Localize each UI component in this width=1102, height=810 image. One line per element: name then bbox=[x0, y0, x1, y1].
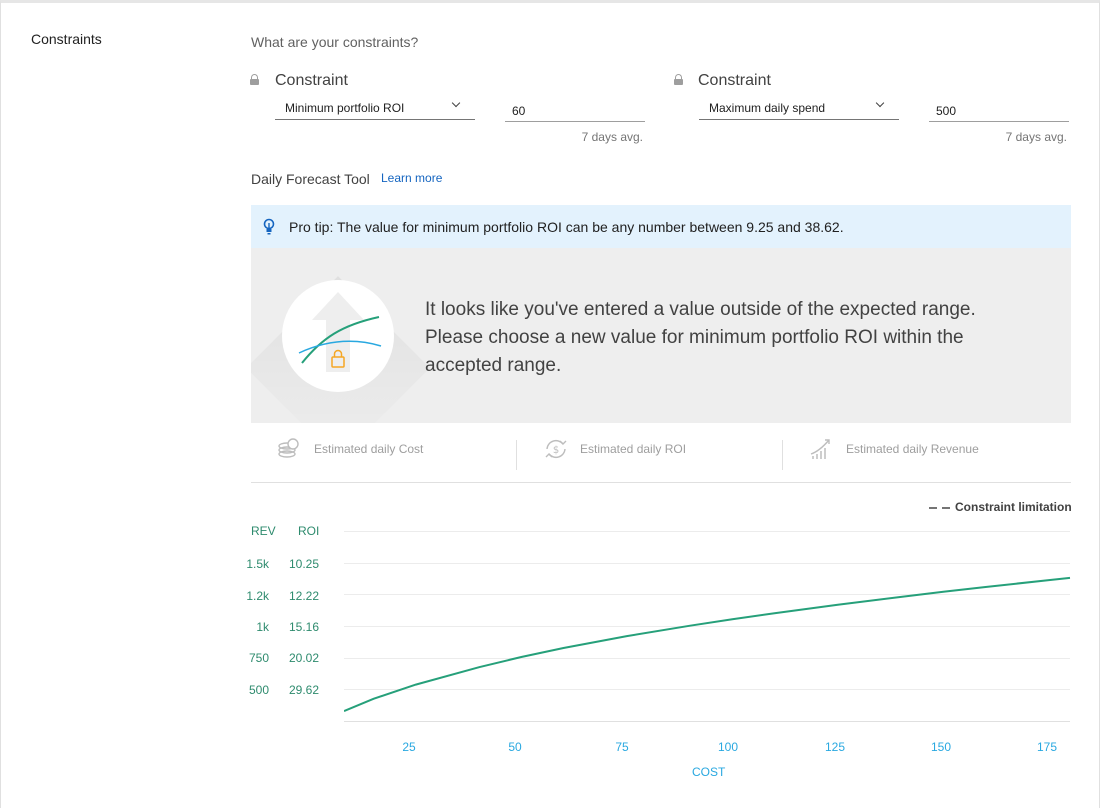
cost-tick-label: 150 bbox=[930, 740, 952, 754]
dash-swatch bbox=[942, 506, 950, 509]
roi-tick-label: 10.25 bbox=[288, 557, 319, 571]
svg-text:$: $ bbox=[553, 445, 559, 456]
chevron-down-icon bbox=[875, 98, 885, 108]
section-label: Constraints bbox=[31, 31, 102, 47]
constraints-question: What are your constraints? bbox=[251, 34, 419, 50]
constraint-2-value-input[interactable]: 500 bbox=[929, 97, 1069, 122]
learn-more-link[interactable]: Learn more bbox=[381, 171, 442, 185]
metric-label: Estimated daily Revenue bbox=[846, 442, 979, 456]
series-line bbox=[344, 576, 1071, 713]
constraint-2-value: 500 bbox=[936, 104, 957, 118]
out-of-range-panel: It looks like you've entered a value out… bbox=[251, 248, 1071, 423]
constraint-1-value: 60 bbox=[512, 104, 526, 118]
forecast-chart bbox=[344, 531, 1071, 722]
cost-tick-label: 25 bbox=[402, 740, 416, 754]
warning-line: It looks like you've entered a value out… bbox=[425, 299, 976, 320]
constraint-2-hint: 7 days avg. bbox=[1005, 130, 1067, 144]
growth-chart-icon bbox=[810, 439, 830, 459]
legend-label: Constraint limitation bbox=[955, 500, 1072, 514]
coins-icon bbox=[278, 438, 299, 458]
constraint-1-value-input[interactable]: 60 bbox=[505, 97, 645, 122]
metric-label: Estimated daily ROI bbox=[580, 442, 687, 456]
constraint-1-title: Constraint bbox=[275, 72, 348, 89]
metrics-row: Estimated daily Cost $ Estimated daily R… bbox=[251, 430, 1071, 483]
lock-icon bbox=[250, 74, 259, 85]
rev-tick-label: 500 bbox=[248, 683, 269, 697]
out-of-range-message: It looks like you've entered a value out… bbox=[425, 296, 1045, 380]
cost-tick-label: 75 bbox=[615, 740, 629, 754]
warning-line: accepted range. bbox=[425, 355, 562, 376]
constraint-2-selected: Maximum daily spend bbox=[709, 101, 826, 115]
locked-growth-icon bbox=[298, 292, 382, 372]
lightbulb-icon bbox=[263, 218, 275, 235]
dollar-cycle-icon: $ bbox=[545, 439, 567, 459]
cost-tick-label: 175 bbox=[1036, 740, 1058, 754]
forecast-title: Daily Forecast Tool bbox=[251, 171, 370, 187]
roi-tick-label: 20.02 bbox=[288, 651, 319, 665]
roi-tick-label: 29.62 bbox=[288, 683, 319, 697]
roi-tick-label: 15.16 bbox=[288, 620, 319, 634]
constraint-1-selected: Minimum portfolio ROI bbox=[285, 101, 405, 115]
cost-tick-label: 125 bbox=[824, 740, 846, 754]
roi-tick-label: 12.22 bbox=[288, 589, 319, 603]
chevron-down-icon bbox=[451, 98, 461, 108]
metric-divider bbox=[782, 440, 783, 470]
rev-tick-label: 1.2k bbox=[246, 589, 269, 603]
metric-label: Estimated daily Cost bbox=[314, 442, 424, 456]
warning-line: Please choose a new value for minimum po… bbox=[425, 327, 964, 348]
rev-tick-label: 1k bbox=[256, 620, 269, 634]
rev-tick-label: 1.5k bbox=[246, 557, 269, 571]
out-of-range-illustration bbox=[282, 280, 394, 392]
constraint-2-title: Constraint bbox=[698, 72, 771, 89]
cost-tick-label: 50 bbox=[508, 740, 522, 754]
rev-axis-header: REV bbox=[251, 524, 276, 538]
chart-legend: Constraint limitation bbox=[929, 500, 1072, 514]
roi-axis-header: ROI bbox=[298, 524, 320, 538]
dash-swatch bbox=[929, 506, 937, 509]
rev-tick-label: 750 bbox=[248, 651, 269, 665]
cost-tick-label: 100 bbox=[717, 740, 739, 754]
pro-tip-banner: Pro tip: The value for minimum portfolio… bbox=[251, 205, 1071, 248]
constraint-1-hint: 7 days avg. bbox=[581, 130, 643, 144]
constraint-1-select[interactable]: Minimum portfolio ROI bbox=[275, 97, 475, 120]
lock-icon bbox=[674, 74, 683, 85]
constraint-2-select[interactable]: Maximum daily spend bbox=[699, 97, 899, 120]
metric-divider bbox=[516, 440, 517, 470]
x-axis-title: COST bbox=[692, 765, 726, 779]
pro-tip-text: Pro tip: The value for minimum portfolio… bbox=[289, 219, 844, 235]
